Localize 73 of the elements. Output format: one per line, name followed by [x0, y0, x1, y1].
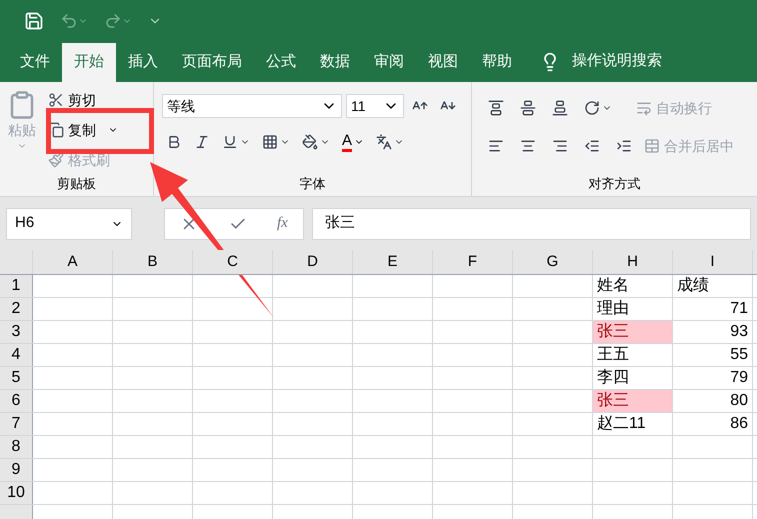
group-label: 剪贴板 [57, 175, 96, 193]
align-left-icon [488, 138, 504, 154]
table-cell: 93 [673, 321, 753, 343]
table-cell: 80 [673, 390, 753, 412]
ribbon-tab[interactable]: 公式 [254, 43, 308, 82]
borders-icon [262, 134, 278, 150]
increase-indent-icon [616, 138, 632, 154]
table-cell: 姓名 [593, 275, 673, 297]
merge-icon [644, 138, 660, 154]
row-header[interactable]: 5 [0, 367, 33, 389]
column-header[interactable]: I [673, 250, 753, 274]
column-header[interactable]: F [433, 250, 513, 274]
font-color-button[interactable]: A [338, 130, 368, 154]
table-cell: 79 [673, 367, 753, 389]
font-size-dropdown[interactable]: 11 [346, 94, 404, 118]
formula-field[interactable]: 张三 [312, 208, 751, 240]
row-header[interactable]: 4 [0, 344, 33, 366]
copy-button[interactable]: 复制 [44, 118, 122, 142]
column-header[interactable]: E [353, 250, 433, 274]
group-label: 对齐方式 [588, 175, 640, 193]
row-header[interactable]: 6 [0, 390, 33, 412]
copy-icon [48, 122, 64, 138]
table-cell: 张三 [593, 390, 673, 412]
table-cell: 71 [673, 298, 753, 320]
table-cell: 赵二11 [593, 413, 673, 435]
group-label: 字体 [300, 175, 326, 193]
ribbon-tab[interactable]: 视图 [416, 43, 470, 82]
align-center-icon [520, 138, 536, 154]
column-header[interactable]: H [593, 250, 673, 274]
top-align-icon [488, 100, 504, 116]
name-box[interactable]: H6 [6, 208, 132, 240]
column-header[interactable]: A [33, 250, 113, 274]
insert-function-button[interactable]: fx [276, 212, 288, 235]
row-header[interactable]: 9 [0, 459, 33, 481]
table-cell: 成绩 [673, 275, 753, 297]
column-header[interactable]: D [273, 250, 353, 274]
table-cell: 55 [673, 344, 753, 366]
column-header[interactable]: B [113, 250, 193, 274]
font-name-dropdown[interactable]: 等线 [162, 94, 342, 118]
table-cell: 王五 [593, 344, 673, 366]
ribbon-tab[interactable]: 审阅 [362, 43, 416, 82]
row-header[interactable]: 8 [0, 436, 33, 458]
italic-icon [194, 134, 210, 150]
row-header[interactable]: 1 [0, 275, 33, 297]
table-cell: 86 [673, 413, 753, 435]
paintbrush-icon [48, 152, 64, 168]
ribbon-tab[interactable]: 数据 [308, 43, 362, 82]
bottom-align-icon [552, 100, 568, 116]
tell-me-search[interactable]: 操作说明搜索 [572, 50, 662, 72]
ribbon-tab[interactable]: 开始 [62, 43, 116, 82]
phonetic-icon [376, 134, 392, 150]
middle-align-icon [520, 100, 536, 116]
table-cell: 理由 [593, 298, 673, 320]
cut-button[interactable]: 剪切 [44, 88, 122, 112]
table-cell: 李四 [593, 367, 673, 389]
column-header[interactable]: G [513, 250, 593, 274]
row-header[interactable]: 2 [0, 298, 33, 320]
align-right-icon [552, 138, 568, 154]
scissors-icon [48, 92, 64, 108]
decrease-indent-icon [584, 138, 600, 154]
row-header[interactable]: 10 [0, 482, 33, 504]
fill-color-icon [302, 134, 318, 150]
table-cell: 张三 [593, 321, 673, 343]
underline-icon [222, 134, 238, 150]
ribbon-tab[interactable]: 帮助 [470, 43, 524, 82]
row-header[interactable]: 7 [0, 413, 33, 435]
ribbon-tab[interactable]: 文件 [8, 43, 62, 82]
wrap-text-icon [636, 100, 652, 116]
orientation-icon [584, 100, 600, 116]
save-icon[interactable] [24, 11, 44, 31]
ribbon-tab[interactable]: 页面布局 [170, 43, 254, 82]
ribbon-tab[interactable]: 插入 [116, 43, 170, 82]
row-header[interactable]: 3 [0, 321, 33, 343]
